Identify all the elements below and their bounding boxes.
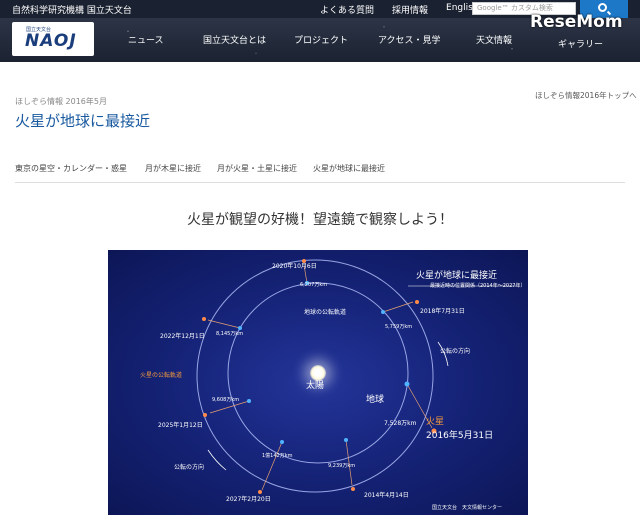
mars-approach-diagram: 火星が地球に最接近 最接近時の位置関係（2014年〜2027年） 太陽 地球 火… [108,250,528,515]
date-2025: 2025年1月12日 [158,422,203,429]
mars-date-label: 2016年5月31日 [426,431,494,441]
divider [15,182,625,183]
mars-label: 火星 [426,417,445,427]
nav-item-projects[interactable]: プロジェクト [294,33,348,46]
earth-2018 [381,310,385,314]
utility-links: よくある質問 採用情報 English [320,3,479,16]
nav-item-news[interactable]: ニュース [128,33,164,46]
date-2014: 2014年4月14日 [364,492,409,499]
nav-item-access[interactable]: アクセス・見学 [378,33,441,46]
revolution-label-right: 公転の方向 [440,348,471,355]
earth-2016 [404,381,410,387]
naoj-logo[interactable]: 国立天文台 NAOJ [12,22,94,56]
earth-2025 [247,399,251,403]
careers-link[interactable]: 採用情報 [392,3,428,16]
nav-item-gallery[interactable]: ギャラリー [558,37,603,50]
page-title: 火星が地球に最接近 [15,112,151,130]
approach-line-2022 [207,319,241,329]
search-icon [598,3,607,12]
nav-item-about[interactable]: 国立天文台とは [203,33,266,46]
distance-2018: 5,759万km [385,324,413,330]
distance-2020: 6,207万km [300,282,328,288]
distance-2014: 9,239万km [328,463,356,469]
subnav-mars-approach[interactable]: 火星が地球に最接近 [313,163,385,174]
org-name[interactable]: 自然科学研究機構 国立天文台 [12,3,132,16]
mars-orbit-label: 火星の公転軌道 [140,372,183,379]
figure-credit: 国立天文台 天文情報センター [432,505,503,511]
mars-2018 [415,300,419,304]
date-2022: 2022年12月1日 [160,333,205,340]
approach-line-2018 [382,301,414,313]
revolution-arrow-left [207,449,227,471]
logo-text: NAOJ [25,31,77,51]
distance-2025: 9,608万km [212,397,240,403]
earth-label: 地球 [366,395,385,405]
resemom-watermark: ReseMom [530,12,623,32]
approach-line-2027 [261,441,283,491]
distance-2016: 7,528万km [384,420,417,427]
revolution-label-left: 公転の方向 [174,464,205,471]
article-headline: 火星が観望の好機！望遠鏡で観察しよう！ [187,212,453,228]
distance-2027: 1億142万km [262,453,293,459]
distance-2022: 8,145万km [216,331,244,337]
nav-item-astro-info[interactable]: 天文情報 [476,33,512,46]
mars-2014 [351,487,355,491]
faq-link[interactable]: よくある質問 [320,3,374,16]
figure-subtitle: 最接近時の位置関係（2014年〜2027年） [430,283,526,289]
earth-2014 [344,438,348,442]
year-top-link[interactable]: ほしぞら情報2016年トップへ [535,90,637,101]
date-2018: 2018年7月31日 [420,308,465,315]
subnav-moon-mars-saturn[interactable]: 月が火星・土星に接近 [217,163,297,174]
mars-2025 [203,413,207,417]
figure-title: 火星が地球に最接近 [416,271,498,281]
date-2020: 2020年10月6日 [272,263,317,270]
mars-2022 [202,317,206,321]
date-2027: 2027年2月20日 [226,496,271,503]
breadcrumb[interactable]: ほしぞら情報 2016年5月 [15,96,107,107]
earth-orbit-label: 地球の公転軌道 [304,309,347,316]
subnav-tokyo-sky[interactable]: 東京の星空・カレンダー・惑星 [15,163,127,174]
subnav-moon-jupiter[interactable]: 月が木星に接近 [145,163,201,174]
earth-2027 [280,440,284,444]
sun-label: 太陽 [306,381,325,391]
